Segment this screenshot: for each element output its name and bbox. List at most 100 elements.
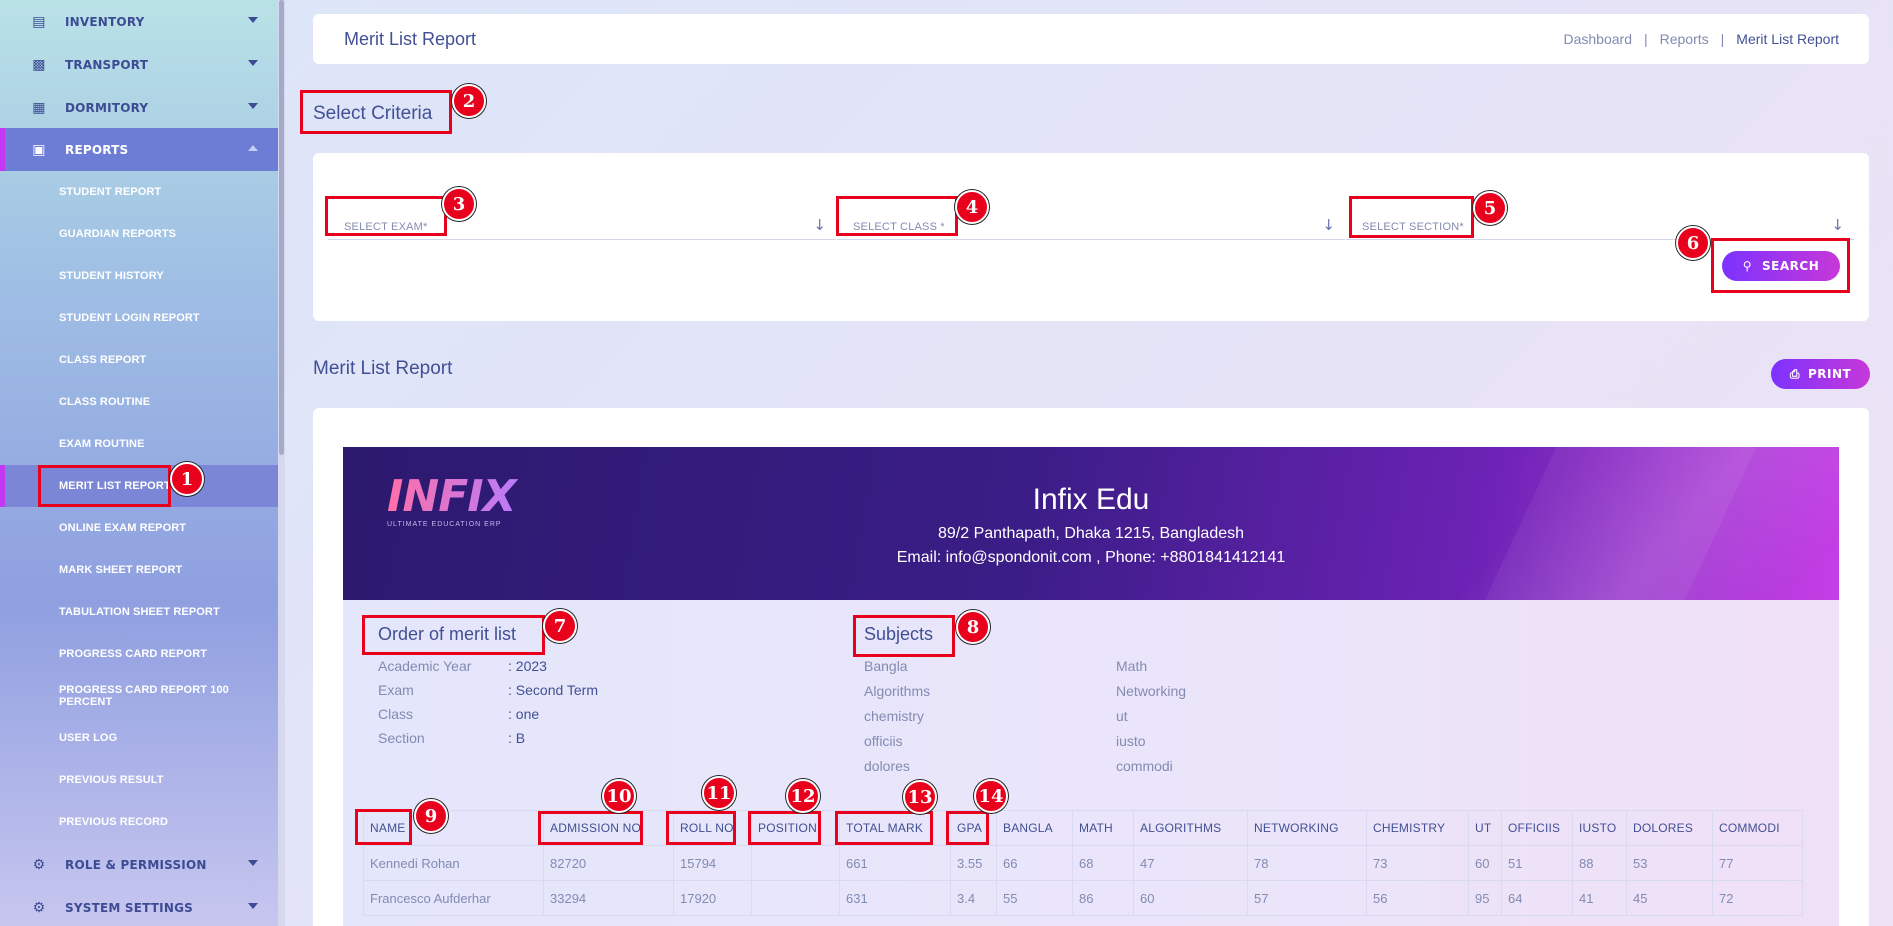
dormitory-icon: ▦ <box>32 99 46 116</box>
school-name: Infix Edu <box>1032 483 1150 516</box>
scrollbar-thumb[interactable] <box>279 0 284 455</box>
annotation-badge-4: 4 <box>955 190 989 224</box>
sidebar-item-student-report[interactable]: STUDENT REPORT <box>0 171 278 213</box>
cell-roll-no: 17920 <box>673 880 752 916</box>
sidebar-item-class-report[interactable]: CLASS REPORT <box>0 339 278 381</box>
col-roll-no: ROLL NO <box>673 810 752 846</box>
col-bangla: BANGLA <box>996 810 1073 846</box>
sidebar-item-label: CLASS REPORT <box>59 354 147 366</box>
chevron-down-icon <box>248 903 258 909</box>
report-body: Order of merit list Academic Year : 2023… <box>343 600 1839 926</box>
printer-icon: ⎙ <box>1789 366 1800 381</box>
subject-item: Math <box>1116 658 1148 674</box>
cell-algorithms: 60 <box>1133 880 1248 916</box>
select-class-dropdown[interactable]: SELECT CLASS * ↓ <box>837 208 1345 240</box>
cell-iusto: 41 <box>1572 880 1627 916</box>
sidebar-item-label: USER LOG <box>59 732 118 744</box>
cell-chemistry: 56 <box>1366 880 1469 916</box>
cell-commodi: 72 <box>1712 880 1803 916</box>
sidebar-item-merit-list-report[interactable]: MERIT LIST REPORT <box>0 465 278 507</box>
select-exam-dropdown[interactable]: SELECT EXAM* ↓ <box>328 208 836 240</box>
cell-position <box>751 880 840 916</box>
sidebar-item-progress-card-report-100[interactable]: PROGRESS CARD REPORT 100 PERCENT <box>0 675 278 717</box>
chevron-down-icon <box>248 103 258 109</box>
cell-math: 68 <box>1072 845 1134 881</box>
sidebar: ▤ INVENTORY ▩ TRANSPORT ▦ DORMITORY ▣ RE… <box>0 0 278 926</box>
sidebar-item-label: STUDENT REPORT <box>59 186 162 198</box>
sidebar-item-label: STUDENT HISTORY <box>59 270 164 282</box>
info-value: : one <box>508 706 540 722</box>
sidebar-item-label: TRANSPORT <box>65 57 149 72</box>
criteria-card: SELECT EXAM* ↓ SELECT CLASS * ↓ SELECT S… <box>313 153 1869 321</box>
sidebar-item-label: PROGRESS CARD REPORT <box>59 648 208 660</box>
cell-officiis: 64 <box>1501 880 1573 916</box>
bus-icon: ▩ <box>32 56 46 73</box>
sidebar-item-progress-card-report[interactable]: PROGRESS CARD REPORT <box>0 633 278 675</box>
breadcrumb: Dashboard | Reports | Merit List Report <box>1563 31 1839 47</box>
breadcrumb-dashboard[interactable]: Dashboard <box>1563 31 1632 47</box>
sidebar-item-transport[interactable]: ▩ TRANSPORT <box>0 43 278 86</box>
sidebar-item-user-log[interactable]: USER LOG <box>0 717 278 759</box>
sidebar-item-label: PREVIOUS RESULT <box>59 774 164 786</box>
annotation-badge-5: 5 <box>1473 191 1507 225</box>
select-section-dropdown[interactable]: SELECT SECTION* ↓ <box>1346 208 1854 240</box>
sidebar-item-system-settings[interactable]: ⚙ SYSTEM SETTINGS <box>0 886 278 926</box>
sidebar-item-student-login-report[interactable]: STUDENT LOGIN REPORT <box>0 297 278 339</box>
select-section-placeholder: SELECT SECTION* <box>1362 221 1464 233</box>
select-class-placeholder: SELECT CLASS * <box>853 221 945 233</box>
cell-gpa: 3.4 <box>950 880 997 916</box>
col-chemistry: CHEMISTRY <box>1366 810 1469 846</box>
cell-chemistry: 73 <box>1366 845 1469 881</box>
sidebar-item-guardian-reports[interactable]: GUARDIAN REPORTS <box>0 213 278 255</box>
sidebar-item-label: GUARDIAN REPORTS <box>59 228 177 240</box>
table-row: Francesco Aufderhar 33294 17920 631 3.4 … <box>363 880 1803 916</box>
sidebar-item-inventory[interactable]: ▤ INVENTORY <box>0 0 278 43</box>
sidebar-item-tabulation-sheet-report[interactable]: TABULATION SHEET REPORT <box>0 591 278 633</box>
cell-gpa: 3.55 <box>950 845 997 881</box>
col-gpa: GPA <box>950 810 997 846</box>
info-value: : B <box>508 730 526 746</box>
sidebar-item-label: MERIT LIST REPORT <box>59 480 171 492</box>
sidebar-item-reports[interactable]: ▣ REPORTS <box>0 128 278 171</box>
print-button-label: PRINT <box>1807 367 1852 381</box>
col-algorithms: ALGORITHMS <box>1133 810 1248 846</box>
cell-networking: 78 <box>1247 845 1367 881</box>
chevron-down-icon <box>248 17 258 23</box>
page-header: Merit List Report Dashboard | Reports | … <box>313 14 1869 64</box>
info-key: Academic Year <box>378 658 472 674</box>
chevron-down-icon <box>248 860 258 866</box>
col-math: MATH <box>1072 810 1134 846</box>
annotation-badge-9: 9 <box>414 799 448 833</box>
breadcrumb-current: Merit List Report <box>1736 31 1839 47</box>
cell-admission-no: 82720 <box>543 845 674 881</box>
sidebar-item-previous-record[interactable]: PREVIOUS RECORD <box>0 801 278 843</box>
sidebar-item-student-history[interactable]: STUDENT HISTORY <box>0 255 278 297</box>
gear-icon: ⚙ <box>32 899 46 916</box>
annotation-badge-11: 11 <box>702 776 736 810</box>
sidebar-item-role-permission[interactable]: ⚙ ROLE & PERMISSION <box>0 843 278 886</box>
sidebar-item-previous-result[interactable]: PREVIOUS RESULT <box>0 759 278 801</box>
cell-networking: 57 <box>1247 880 1367 916</box>
sidebar-item-online-exam-report[interactable]: ONLINE EXAM REPORT <box>0 507 278 549</box>
sidebar-scrollbar[interactable] <box>278 0 285 926</box>
arrow-down-icon: ↓ <box>813 216 826 234</box>
search-icon: ⚲ <box>1742 259 1753 273</box>
sidebar-item-label: MARK SHEET REPORT <box>59 564 183 576</box>
sidebar-item-mark-sheet-report[interactable]: MARK SHEET REPORT <box>0 549 278 591</box>
inventory-icon: ▤ <box>32 13 46 30</box>
breadcrumb-reports[interactable]: Reports <box>1660 31 1709 47</box>
school-contact: Email: info@spondonit.com , Phone: +8801… <box>896 549 1286 566</box>
cell-math: 86 <box>1072 880 1134 916</box>
table-row: Kennedi Rohan 82720 15794 661 3.55 66 68… <box>363 845 1803 881</box>
reports-icon: ▣ <box>32 141 46 158</box>
cell-name: Kennedi Rohan <box>363 845 544 881</box>
sidebar-item-exam-routine[interactable]: EXAM ROUTINE <box>0 423 278 465</box>
sidebar-item-dormitory[interactable]: ▦ DORMITORY <box>0 86 278 129</box>
sidebar-item-label: ONLINE EXAM REPORT <box>59 522 187 534</box>
annotation-badge-2: 2 <box>452 84 486 118</box>
search-button[interactable]: ⚲ SEARCH <box>1722 251 1840 281</box>
col-officiis: OFFICIIS <box>1501 810 1573 846</box>
sidebar-item-class-routine[interactable]: CLASS ROUTINE <box>0 381 278 423</box>
col-total-mark: TOTAL MARK <box>839 810 951 846</box>
print-button[interactable]: ⎙ PRINT <box>1771 359 1870 389</box>
